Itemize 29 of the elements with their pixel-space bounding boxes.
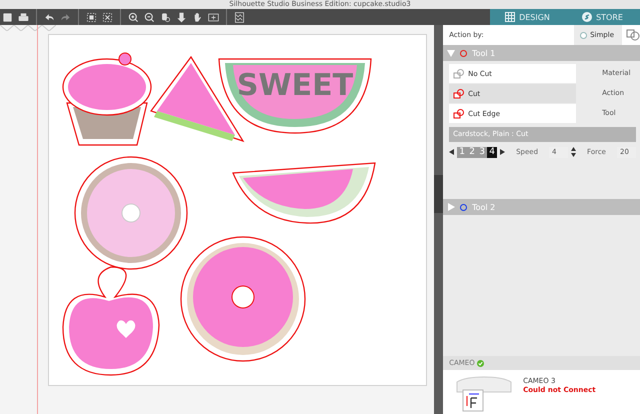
left-arrow-icon[interactable] [449,149,454,155]
redo-icon[interactable] [60,12,71,22]
nav-tab[interactable]: DESIGN [490,9,565,25]
pattern-icon[interactable] [234,12,245,22]
cut-shape-icon [453,88,466,98]
zoom-select-icon[interactable] [160,12,171,22]
sweet-text: SWEET [236,68,354,103]
pass-number[interactable]: 4 [487,146,498,158]
group-icon[interactable] [86,12,97,22]
move-down-icon[interactable] [176,12,187,22]
nav-tab[interactable]: STORE [565,9,640,25]
check-icon [476,360,484,366]
ungroup-icon[interactable] [102,12,113,22]
grid-icon [505,12,516,22]
spinner-icon[interactable] [571,147,576,157]
scrollbar-thumb[interactable] [434,175,444,213]
print-icon[interactable] [18,12,29,22]
zoom-out-icon[interactable] [144,12,155,22]
cut-shape-icon [453,68,466,78]
cut-shape-icon [453,108,466,118]
save-icon[interactable] [2,12,13,22]
ruler [0,25,56,31]
fit-page-icon[interactable] [208,12,219,22]
zoom-in-icon[interactable] [128,12,139,22]
shapes-icon[interactable] [626,29,640,41]
hand-icon[interactable] [192,12,203,22]
right-arrow-icon[interactable] [500,149,506,155]
undo-icon[interactable] [44,12,55,22]
swirl-icon [582,12,592,22]
